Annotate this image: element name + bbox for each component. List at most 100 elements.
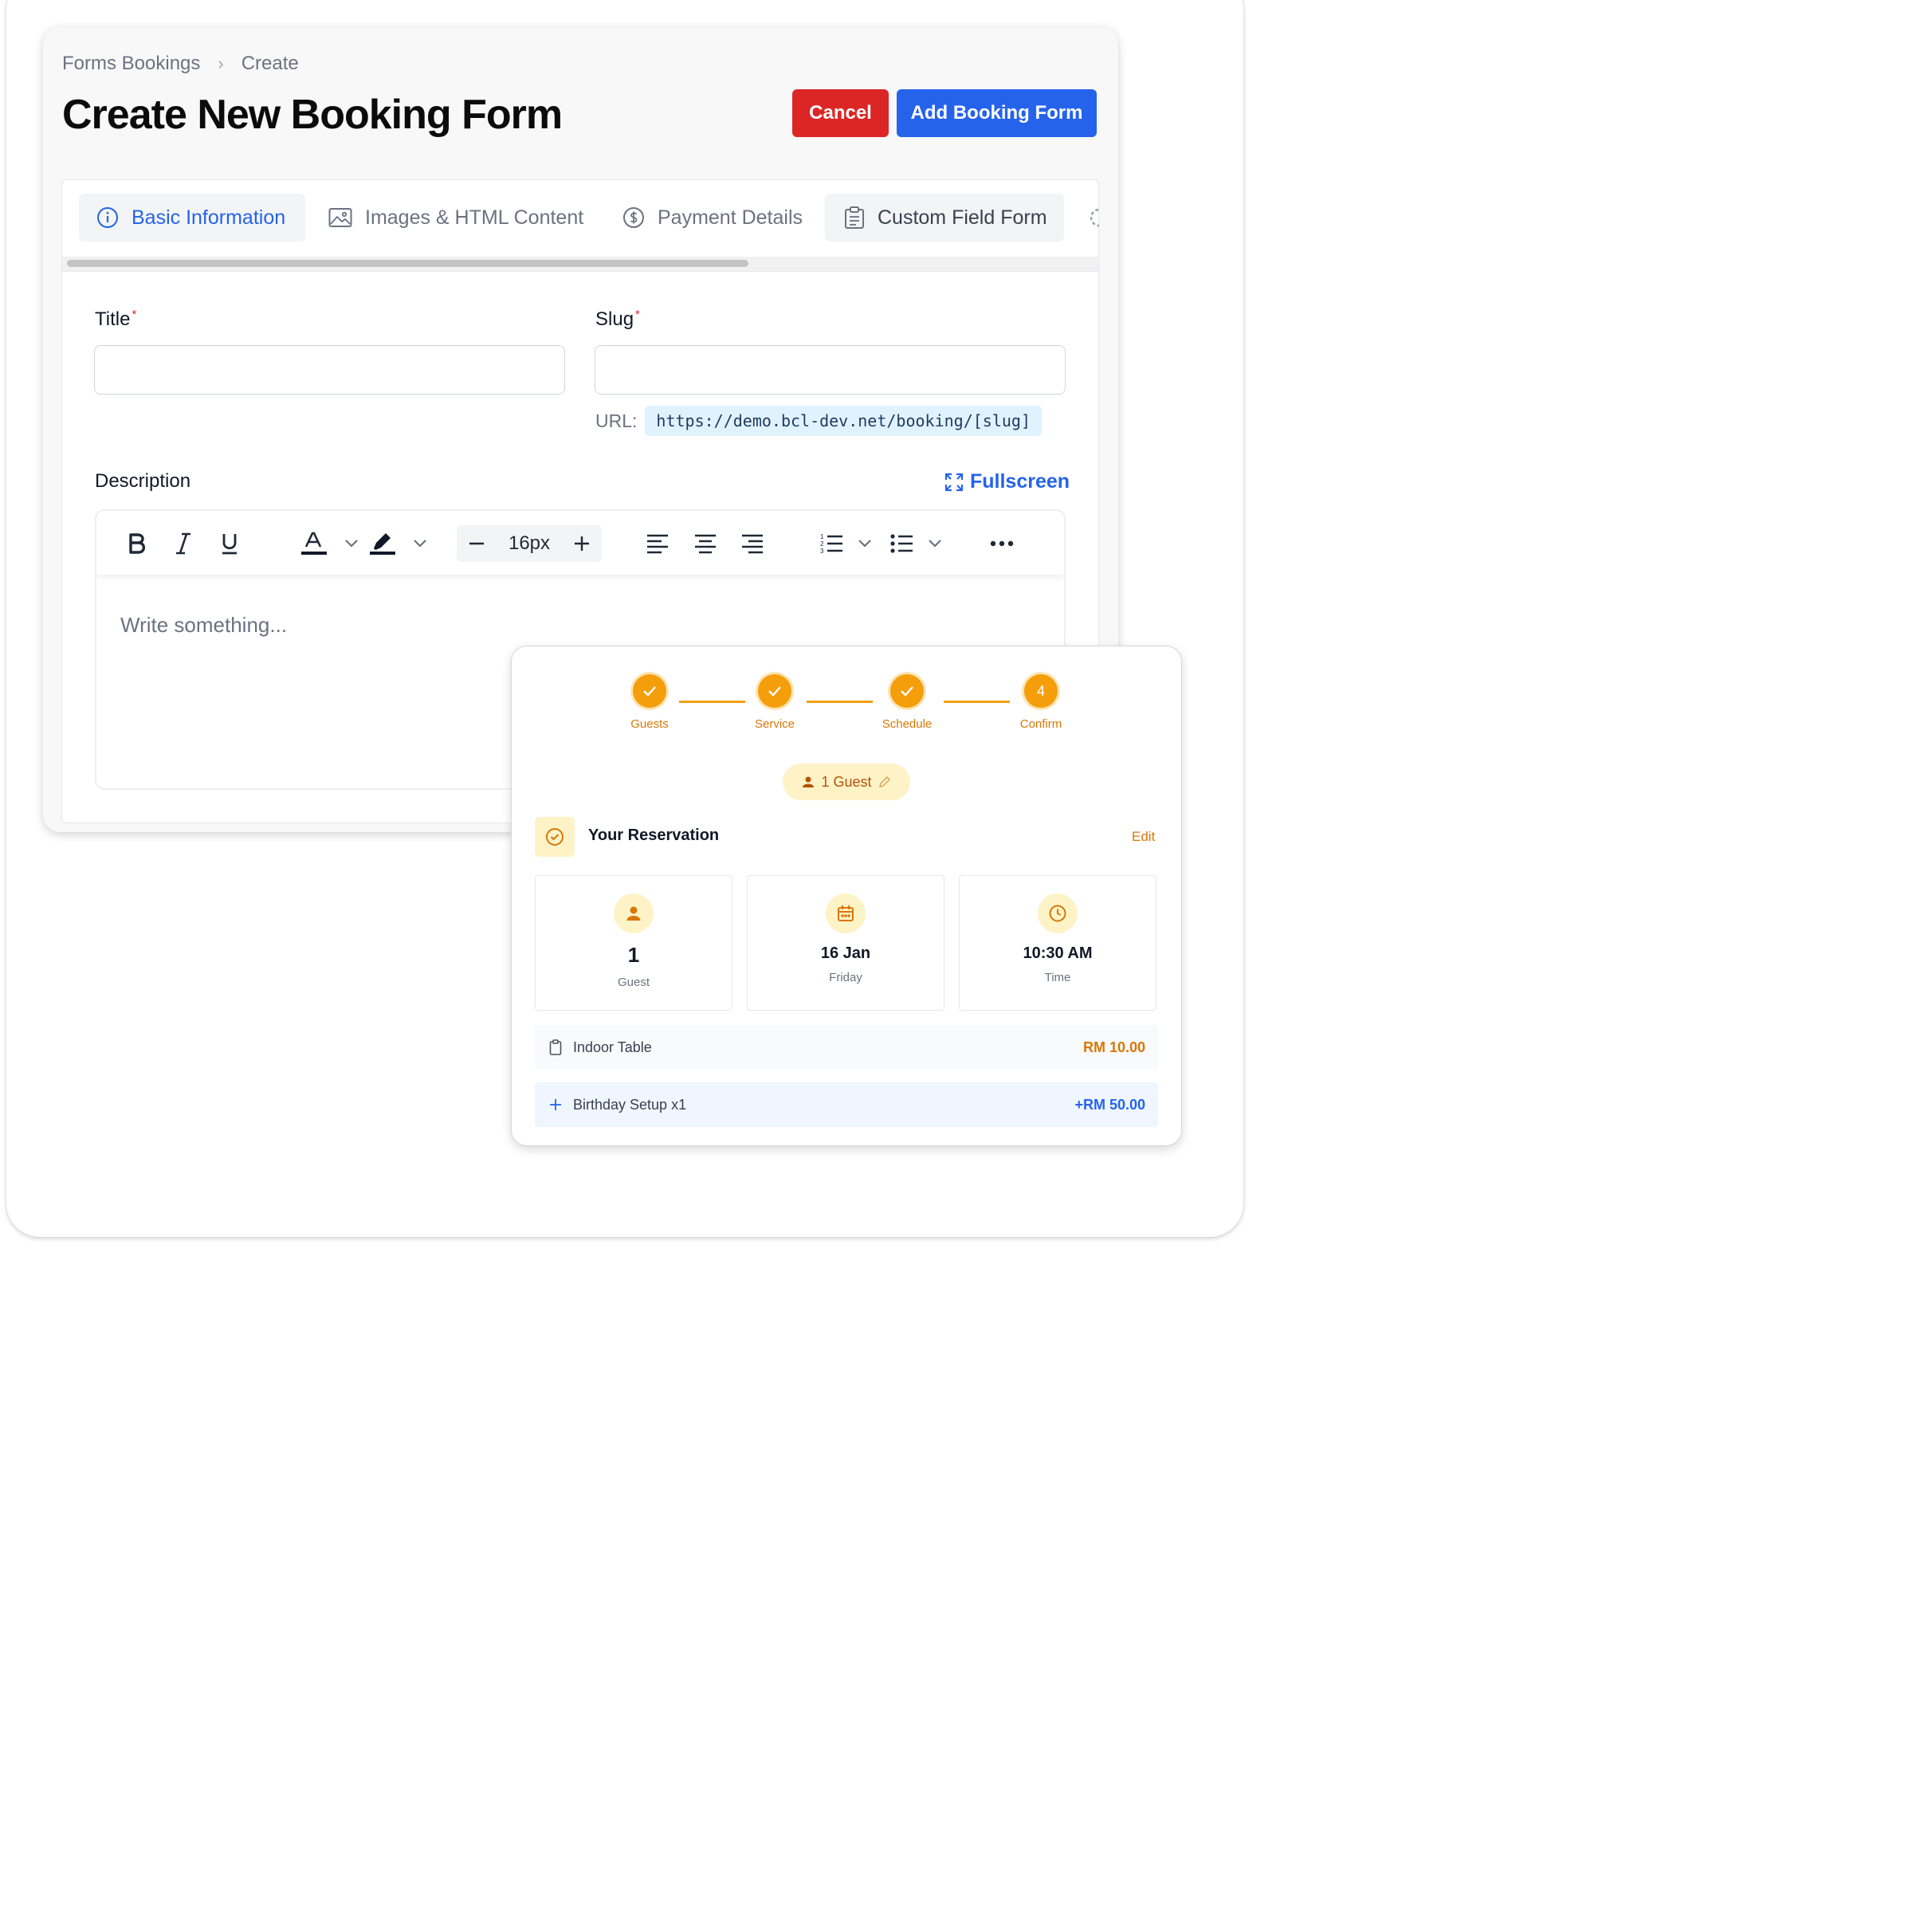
line-item-indoor-table: Indoor Table RM 10.00	[535, 1025, 1158, 1070]
dollar-icon	[623, 207, 644, 228]
guest-count-pill[interactable]: 1 Guest	[783, 764, 910, 800]
date-value: 16 Jan	[820, 944, 871, 962]
ordered-list-icon: 123	[820, 533, 842, 555]
time-card: 10:30 AM Time	[959, 875, 1156, 1011]
fullscreen-label: Fullscreen	[970, 470, 1070, 493]
slug-input[interactable]	[595, 345, 1066, 395]
reservation-icon	[535, 817, 575, 857]
expand-icon	[944, 473, 964, 491]
url-preview: URL: https://demo.bcl-dev.net/booking/[s…	[595, 406, 1043, 436]
chevron-down-icon	[414, 540, 426, 548]
breadcrumb-parent[interactable]: Forms Bookings	[62, 53, 200, 75]
check-circle-icon	[546, 828, 564, 846]
underline-icon	[222, 534, 237, 555]
underline-button[interactable]	[216, 527, 243, 560]
step-label: Schedule	[882, 717, 933, 731]
text-color-picker[interactable]	[294, 527, 366, 560]
date-card: 16 Jan Friday	[747, 875, 944, 1011]
align-left-icon	[647, 534, 668, 554]
cancel-button[interactable]: Cancel	[792, 89, 889, 137]
info-icon	[97, 207, 118, 228]
editor-content[interactable]: Write something...	[120, 613, 287, 638]
chevron-down-icon	[858, 540, 871, 548]
breadcrumb-current: Create	[241, 53, 299, 74]
ordered-list-dropdown[interactable]: 123	[817, 527, 876, 560]
scrollbar-thumb[interactable]	[67, 260, 748, 267]
user-icon	[614, 893, 654, 933]
increase-font-size-icon[interactable]	[573, 535, 591, 552]
check-icon	[758, 674, 791, 708]
chevron-down-icon	[345, 540, 358, 548]
plus-icon	[550, 1099, 561, 1110]
tab-custom-field-form[interactable]: Custom Field Form	[825, 194, 1064, 242]
description-label: Description	[95, 470, 191, 492]
more-options-button[interactable]	[986, 527, 1018, 560]
time-caption: Time	[1044, 971, 1071, 984]
line-item-birthday-setup: Birthday Setup x1 +RM 50.00	[535, 1082, 1158, 1127]
reservation-summary-card: Guests Service Schedule 4 Confirm 1 Gues…	[511, 646, 1182, 1146]
edit-link[interactable]: Edit	[1132, 829, 1155, 845]
highlight-color-picker[interactable]	[363, 527, 434, 560]
required-mark: *	[635, 308, 640, 321]
tab-label: Payment Details	[658, 206, 803, 229]
bullet-list-dropdown[interactable]	[887, 527, 946, 560]
required-mark: *	[132, 308, 137, 321]
line-item-label: Indoor Table	[573, 1039, 652, 1055]
gear-icon	[1090, 208, 1099, 227]
add-booking-form-button[interactable]: Add Booking Form	[897, 89, 1097, 137]
decrease-font-size-icon[interactable]	[468, 535, 485, 552]
font-size-value[interactable]: 16px	[509, 532, 550, 555]
check-icon	[633, 674, 666, 708]
tab-basic-information[interactable]: Basic Information	[79, 194, 305, 242]
fullscreen-button[interactable]: Fullscreen	[944, 470, 1070, 493]
svg-text:3: 3	[820, 548, 824, 555]
breadcrumb-separator: ›	[218, 53, 224, 73]
font-size-stepper: 16px	[457, 525, 602, 562]
time-value: 10:30 AM	[1023, 944, 1093, 962]
step-schedule: Schedule	[859, 674, 955, 731]
chevron-down-icon	[929, 540, 941, 548]
url-value: https://demo.bcl-dev.net/booking/[slug]	[645, 406, 1043, 436]
svg-text:2: 2	[820, 540, 824, 548]
tab-scrollbar[interactable]	[62, 257, 1098, 272]
clipboard-icon	[845, 206, 864, 229]
italic-icon	[176, 532, 190, 555]
page-title: Create New Booking Form	[62, 92, 563, 138]
line-item-amount: +RM 50.00	[1074, 1096, 1145, 1113]
title-input[interactable]	[94, 345, 565, 395]
svg-text:1: 1	[820, 533, 824, 540]
guest-count: 1	[627, 943, 640, 967]
text-color-icon	[301, 532, 327, 555]
step-label: Service	[754, 717, 795, 731]
step-number: 4	[1024, 674, 1058, 708]
user-icon	[803, 776, 815, 787]
slug-label: Slug *	[595, 308, 640, 330]
tab-overflow[interactable]	[1088, 194, 1112, 242]
step-label: Guests	[630, 717, 669, 731]
italic-button[interactable]	[170, 527, 197, 560]
calendar-icon	[826, 893, 866, 933]
tab-label: Basic Information	[132, 206, 286, 229]
pencil-icon	[878, 776, 890, 787]
tab-images-html-content[interactable]: Images & HTML Content	[328, 194, 583, 242]
guest-caption: Guest	[617, 976, 650, 989]
line-item-label: Birthday Setup x1	[573, 1096, 687, 1113]
bold-icon	[129, 533, 146, 554]
line-item-amount: RM 10.00	[1082, 1039, 1145, 1055]
align-center-button[interactable]	[689, 527, 721, 560]
tab-payment-details[interactable]: Payment Details	[622, 194, 803, 242]
tab-label: Custom Field Form	[878, 206, 1047, 229]
reservation-title: Your Reservation	[588, 827, 720, 844]
align-left-button[interactable]	[642, 527, 673, 560]
bullet-list-icon	[890, 534, 913, 553]
check-icon	[890, 674, 924, 708]
bold-button[interactable]	[124, 527, 151, 560]
clipboard-icon	[549, 1039, 562, 1055]
breadcrumb: Forms Bookings › Create	[62, 53, 299, 75]
align-center-icon	[695, 534, 716, 554]
title-label: Title *	[95, 308, 137, 330]
tab-label: Images & HTML Content	[365, 206, 584, 229]
align-right-button[interactable]	[736, 527, 768, 560]
clock-icon	[1038, 893, 1078, 933]
highlighter-icon	[370, 533, 395, 555]
